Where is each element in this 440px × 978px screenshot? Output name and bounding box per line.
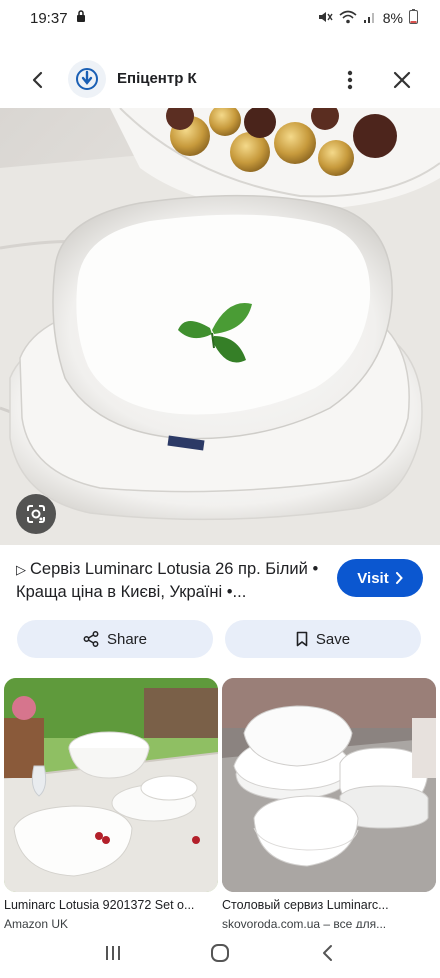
visit-button[interactable]: Visit (337, 559, 423, 597)
mute-icon (317, 10, 333, 27)
back-button[interactable] (24, 66, 52, 94)
share-icon (83, 631, 99, 647)
share-label: Share (106, 630, 148, 648)
back-arrow-icon (32, 71, 43, 89)
wifi-icon (339, 10, 357, 27)
garden-table-photo (4, 678, 218, 892)
recents-button[interactable] (93, 933, 133, 973)
recents-icon (106, 946, 121, 960)
result-title-text: Сервіз Luminarc Lotusia 26 пр. Білий • К… (16, 560, 319, 601)
share-button[interactable]: Share (17, 620, 213, 658)
status-time: 19:37 (30, 9, 68, 27)
related-result-card[interactable]: Luminarc Lotusia 9201372 Set o... Amazon… (4, 678, 218, 931)
site-name[interactable]: Епіцентр К (117, 70, 197, 87)
related-thumbnail[interactable] (222, 678, 436, 892)
more-options-button[interactable] (336, 66, 364, 94)
save-button[interactable]: Save (225, 620, 421, 658)
dinnerware-photo (0, 108, 440, 545)
visit-button-label: Visit (357, 569, 389, 587)
related-title: Luminarc Lotusia 9201372 Set o... (4, 898, 195, 912)
main-product-image[interactable] (0, 108, 440, 545)
site-favicon (68, 60, 106, 98)
related-result-card[interactable]: Столовый сервиз Luminarc... skovoroda.co… (222, 678, 436, 931)
epicentr-logo-icon (76, 68, 98, 90)
stacked-plates-photo (222, 678, 436, 892)
battery-percent: 8% (382, 10, 403, 26)
lens-search-button[interactable] (16, 494, 56, 534)
status-bar: 19:37 8% (0, 0, 440, 36)
play-icon: ▷ (16, 562, 26, 577)
battery-icon (409, 9, 418, 27)
bookmark-icon (296, 631, 308, 647)
related-thumbnail[interactable] (4, 678, 218, 892)
lock-icon (76, 9, 86, 27)
close-icon (393, 71, 411, 89)
system-back-button[interactable] (307, 933, 347, 973)
back-icon (322, 945, 332, 961)
more-vert-icon (347, 70, 353, 90)
system-nav-bar (0, 928, 440, 978)
save-label: Save (315, 630, 351, 648)
home-icon (210, 944, 229, 962)
lens-icon (27, 505, 45, 523)
close-button[interactable] (388, 66, 416, 94)
header-bar: Епіцентр К (0, 52, 440, 108)
result-title-link[interactable]: ▷ Сервіз Luminarc Lotusia 26 пр. Білий • … (16, 558, 324, 604)
chevron-right-icon (395, 572, 403, 584)
home-button[interactable] (200, 933, 240, 973)
signal-icon (363, 10, 377, 27)
related-title: Столовый сервиз Luminarc... (222, 898, 389, 912)
